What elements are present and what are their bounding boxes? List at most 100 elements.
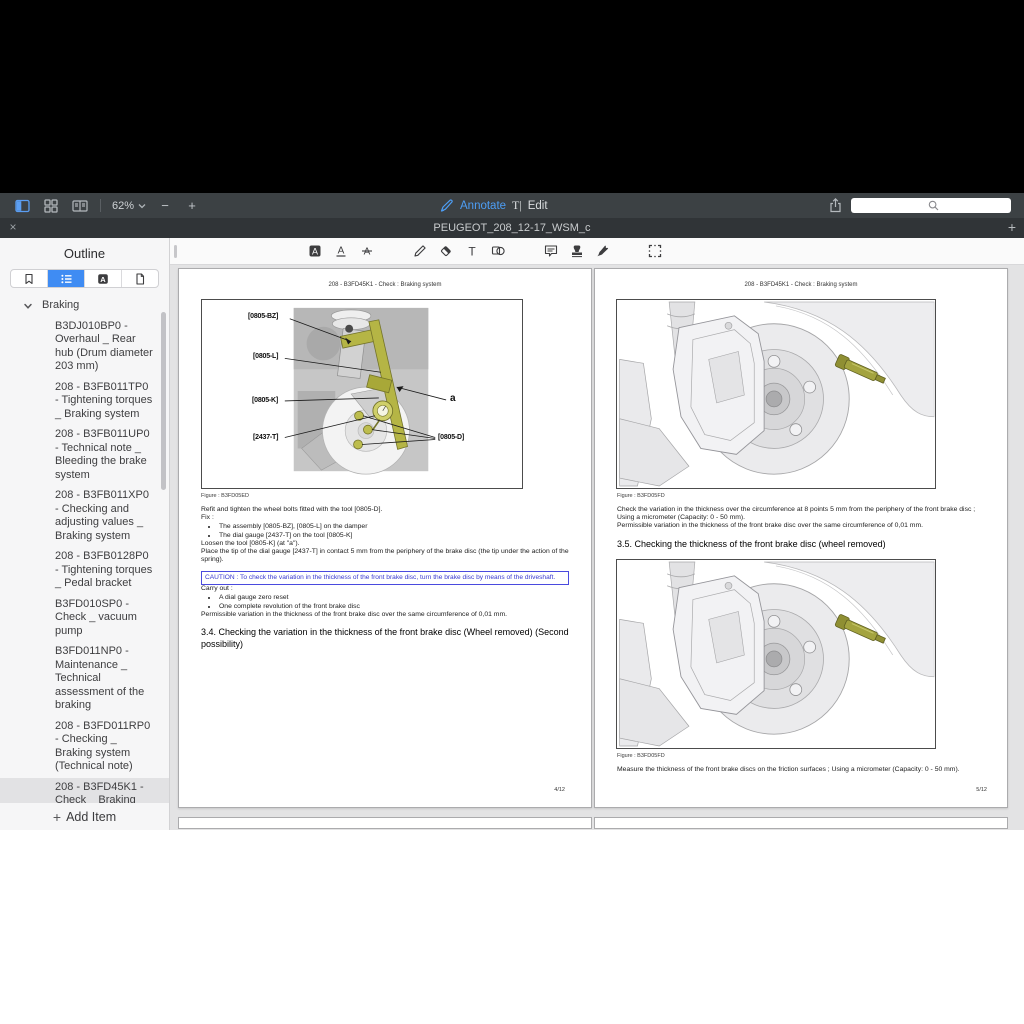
stamp-tool-icon[interactable] [569,243,585,259]
section-heading-3-4: 3.4. Checking the variation in the thick… [201,627,569,650]
outline-item[interactable]: 208 - B3FB011XP0 - Checking and adjustin… [0,486,169,547]
text-tool-icon[interactable]: T [464,243,480,259]
search-input[interactable] [851,198,1011,213]
plus-icon: + [53,809,61,825]
paragraph: Refit and tighten the wheel bolts fitted… [201,506,569,514]
caution-box: CAUTION : To check the variation in the … [201,571,569,585]
figure-label-0805-D: [0805-D] [438,434,464,441]
zoom-level-select[interactable]: 62% [112,200,146,212]
figure-label-0805-K: [0805-K] [252,397,278,404]
pages-canvas[interactable]: 208 - B3FD45K1 - Check : Braking system [170,265,1024,830]
outline-item[interactable]: 208 - B3FD45K1 - Check _ Braking system [0,778,169,804]
outline-item[interactable]: B3FD010SP0 - Check _ vacuum pump [0,595,169,643]
add-item-button[interactable]: + Add Item [0,803,169,830]
eraser-tool-icon[interactable] [438,243,454,259]
pane-resize-handle[interactable] [174,245,177,258]
edit-tab[interactable]: T| Edit [512,193,548,218]
page-header: 208 - B3FD45K1 - Check : Braking system [179,282,591,288]
annotate-pen-icon [440,199,454,212]
shapes-tool-icon[interactable] [490,243,506,259]
outline-item[interactable]: B3DJ010BP0 - Overhaul _ Rear hub (Drum d… [0,317,169,378]
thumbnails-view-icon[interactable] [42,197,60,215]
zoom-out-button[interactable]: − [157,198,173,213]
bookmark-icon [23,273,35,285]
outline-group-label: Braking [42,299,79,313]
bullet-item: The assembly [0805-BZ], [0805-L] on the … [218,523,569,531]
chevron-down-icon [23,301,33,311]
svg-text:A: A [312,247,318,257]
close-tab-button[interactable]: × [6,218,20,238]
outline-item[interactable]: 208 - B3FB011UP0 - Technical note _ Blee… [0,425,169,486]
figure-label-2437-T: [2437-T] [253,434,278,441]
zoom-in-button[interactable]: + [184,198,200,213]
annotations-icon: A [97,273,109,285]
chevron-down-icon [138,203,146,209]
signature-tool-icon[interactable] [595,243,611,259]
bullet-item: A dial gauge zero reset [218,594,569,602]
pdf-page-5: 208 - B3FD45K1 - Check : Braking system [594,268,1008,808]
share-icon [829,198,842,213]
document-tab-bar: PEUGEOT_208_12-17_WSM_c × + [0,218,1024,238]
toolbar-divider [100,199,101,212]
pdf-app-window: 62% − + Annotate T| Edit PEUGEOT_20 [0,193,1024,830]
page-number: 4/12 [554,787,565,793]
figure-caption: Figure : B3FD05FD [617,753,1007,759]
page-body-text: Measure the thickness of the front brake… [617,766,985,774]
outline-sidebar: Outline A [0,238,170,830]
tab-annotations[interactable]: A [85,270,122,287]
sidebar-title: Outline [0,238,169,264]
sidebar-mode-segmented-control: A [10,269,159,288]
edit-label: Edit [528,200,548,212]
annotate-tab[interactable]: Annotate [440,193,506,218]
svg-text:A: A [100,275,106,284]
new-tab-button[interactable]: + [1004,218,1020,238]
next-page-preview[interactable] [594,817,1008,829]
outline-group-braking[interactable]: Braking [0,294,169,317]
paragraph: Measure the thickness of the front brake… [617,766,985,774]
sidebar-scrollbar[interactable] [161,312,166,490]
annotation-toolbar: AAA T [170,238,1024,265]
zoom-level-value: 62% [112,200,134,212]
highlight-tool-icon[interactable]: A [307,243,323,259]
outline-tree: Braking B3DJ010BP0 - Overhaul _ Rear hub… [0,294,169,803]
pencil-tool-icon[interactable] [412,243,428,259]
page-number: 5/12 [976,787,987,793]
brake-disc-illustration [617,560,935,748]
dial-gauge-illustration [202,300,522,488]
outline-item[interactable]: 208 - B3FD011RP0 - Checking _ Braking sy… [0,717,169,778]
underline-tool-icon[interactable]: A [333,243,349,259]
outline-item[interactable]: 208 - B3FB011TP0 - Tightening torques _ … [0,378,169,426]
desktop-white-area [0,830,1024,1024]
tab-pages[interactable] [122,270,158,287]
figure-caption: Figure : B3FD05FD [617,493,1007,499]
bullet-list: The assembly [0805-BZ], [0805-L] on the … [218,523,569,539]
paragraph: Place the tip of the dial gauge [2437-T]… [201,548,569,564]
comment-tool-icon[interactable] [543,243,559,259]
page-body-text: Check the variation in the thickness ove… [617,506,985,531]
document-tab-title[interactable]: PEUGEOT_208_12-17_WSM_c [0,218,1024,238]
figure-brake-disc-measure [616,559,936,749]
paragraph: Fix : [201,514,569,522]
sidebar-toggle-icon[interactable] [13,197,31,215]
screenshot-background: 62% − + Annotate T| Edit PEUGEOT_20 [0,0,1024,1024]
figure-label-0805-L: [0805-L] [253,353,278,360]
figure-label-0805-BZ: [0805-BZ] [248,313,278,320]
brake-disc-illustration [617,300,935,488]
paragraph: Check the variation in the thickness ove… [617,506,985,522]
strikethrough-tool-icon[interactable]: A [359,243,375,259]
paragraph: Permissible variation in the thickness o… [617,522,985,530]
tab-outline[interactable] [48,270,85,287]
paragraph: Carry out : [201,585,569,593]
next-page-preview[interactable] [178,817,592,829]
top-toolbar: 62% − + Annotate T| Edit [0,193,1024,218]
page-icon [134,273,146,285]
figure-caption: Figure : B3FD05ED [201,493,591,499]
two-page-view-icon[interactable] [71,197,89,215]
tab-bookmarks[interactable] [11,270,48,287]
share-button[interactable] [829,193,842,218]
select-tool-icon[interactable] [647,243,663,259]
paragraph: Permissible variation in the thickness o… [201,611,569,619]
outline-item[interactable]: 208 - B3FB0128P0 - Tightening torques _ … [0,547,169,595]
outline-item[interactable]: B3FD011NP0 - Maintenance _ Technical ass… [0,642,169,717]
annotate-label: Annotate [460,200,506,212]
